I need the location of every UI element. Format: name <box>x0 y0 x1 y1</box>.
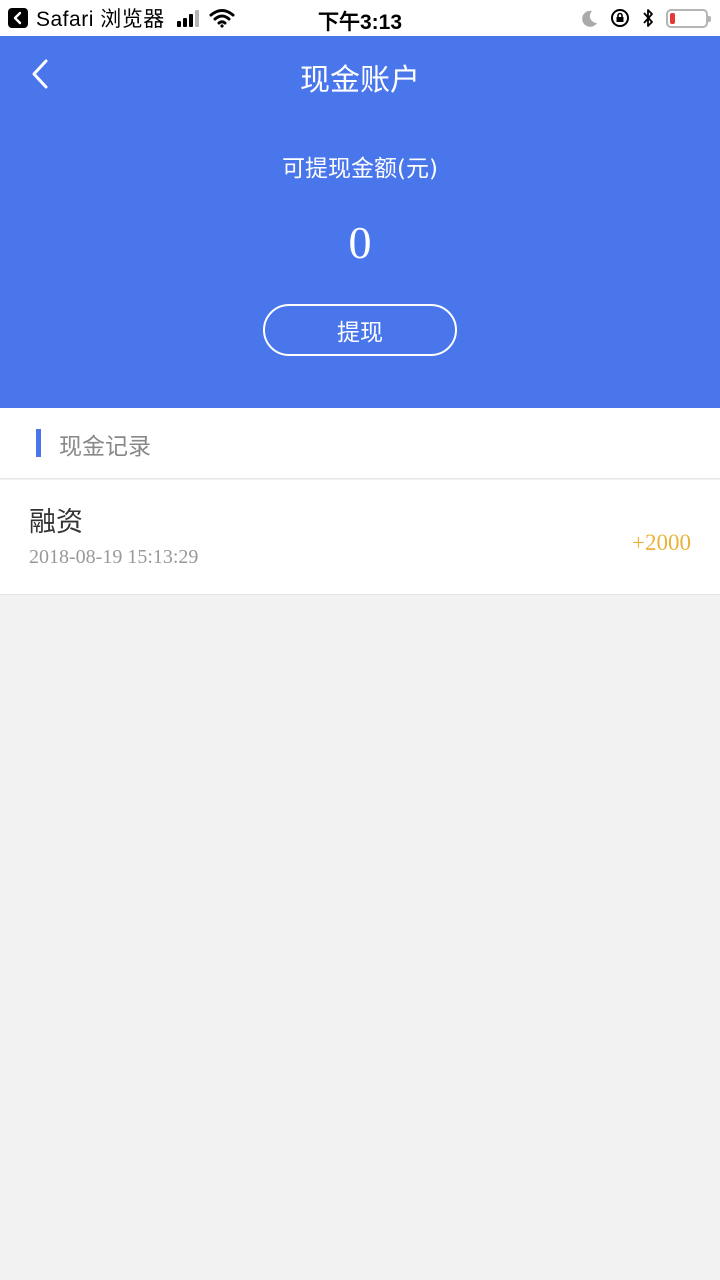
page-title: 现金账户 <box>300 63 420 98</box>
section-accent-bar <box>36 429 41 457</box>
rotation-lock-icon <box>611 9 629 27</box>
withdraw-button[interactable]: 提现 <box>263 304 457 356</box>
cash-records-section-header: 现金记录 <box>0 408 720 479</box>
status-bar: Safari 浏览器 下午3:13 <box>0 0 720 36</box>
battery-icon <box>666 8 711 28</box>
withdrawable-balance-label: 可提现金额(元) <box>282 156 438 182</box>
list-item[interactable]: 融资 2018-08-19 15:13:29 +2000 <box>0 480 720 595</box>
status-bar-right <box>582 0 711 36</box>
moon-icon <box>582 10 597 27</box>
record-amount: +2000 <box>632 530 691 555</box>
section-title: 现金记录 <box>59 434 151 460</box>
record-title: 融资 <box>29 507 83 538</box>
withdrawable-balance-value: 0 <box>348 217 372 268</box>
battery-level <box>670 12 676 24</box>
record-datetime: 2018-08-19 15:13:29 <box>29 546 199 568</box>
account-header: 现金账户 可提现金额(元) 0 提现 <box>0 36 720 408</box>
bluetooth-icon <box>643 9 653 27</box>
